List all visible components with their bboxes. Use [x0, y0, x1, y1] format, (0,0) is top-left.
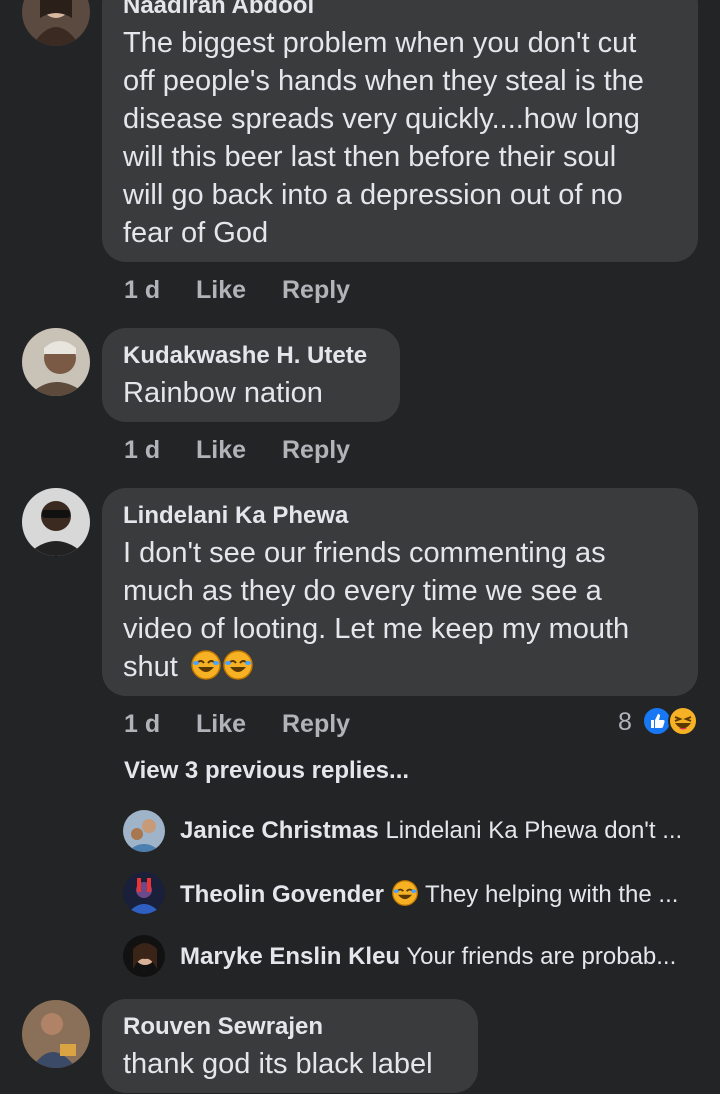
comment-author[interactable]: Kudakwashe H. Utete	[123, 342, 367, 370]
comment-text: thank god its black label	[123, 1048, 433, 1080]
reply-text: Lindelani Ka Phewa don't ...	[385, 817, 683, 844]
comment-bubble: Lindelani Ka Phewa I don't see our frien…	[102, 488, 698, 696]
reply-button[interactable]: Reply	[282, 436, 350, 465]
avatar-maryke[interactable]	[123, 935, 165, 977]
reaction-summary[interactable]: 8	[618, 706, 702, 738]
text-line: The biggest problem when you don't cut	[123, 27, 637, 59]
text-line: fear of God	[123, 217, 269, 249]
comment-actions: 1 d Like Reply	[124, 436, 524, 466]
reply-author[interactable]: Janice Christmas	[180, 817, 379, 844]
timestamp[interactable]: 1 d	[124, 436, 160, 465]
comment-bubble: Kudakwashe H. Utete Rainbow nation	[102, 328, 400, 422]
haha-reaction-icon	[668, 706, 698, 736]
rofl-emoji-icon	[190, 649, 222, 681]
comment-author[interactable]: Rouven Sewrajen	[123, 1013, 323, 1041]
text-line: much as they do every time we see a	[123, 575, 602, 607]
comment-bubble: Rouven Sewrajen thank god its black labe…	[102, 999, 478, 1093]
comment-text: Rainbow nation	[123, 377, 323, 409]
comment-actions: 1 d Like Reply	[124, 710, 524, 740]
comment-author[interactable]: Lindelani Ka Phewa	[123, 502, 348, 530]
timestamp[interactable]: 1 d	[124, 276, 160, 305]
text-line: shut	[123, 648, 693, 686]
comment-bubble: Naadiran Abdool The biggest problem when…	[102, 0, 698, 262]
avatar-kudakwashe[interactable]	[22, 328, 90, 396]
comment-text: The biggest problem when you don't cut o…	[123, 24, 693, 252]
avatar-naadiran[interactable]	[22, 0, 90, 46]
reaction-count: 8	[618, 708, 632, 736]
avatar-theolin[interactable]	[123, 872, 165, 914]
avatar-janice[interactable]	[123, 810, 165, 852]
text-line: will go back into a depression out of no	[123, 179, 623, 211]
reply-row[interactable]: Theolin Govender They helping with the .…	[180, 879, 700, 909]
reply-author[interactable]: Maryke Enslin Kleu	[180, 943, 400, 970]
reply-text: Your friends are probab...	[406, 943, 677, 970]
rofl-emoji-icon	[391, 879, 419, 907]
rofl-emoji-icon	[222, 649, 254, 681]
reply-author[interactable]: Theolin Govender	[180, 881, 384, 908]
text-line: disease spreads very quickly....how long	[123, 103, 640, 135]
text-line: off people's hands when they steal is th…	[123, 65, 644, 97]
reply-button[interactable]: Reply	[282, 710, 350, 739]
like-button[interactable]: Like	[196, 436, 246, 465]
avatar-lindelani[interactable]	[22, 488, 90, 556]
timestamp[interactable]: 1 d	[124, 710, 160, 739]
reply-text: They helping with the ...	[424, 881, 679, 908]
reply-row[interactable]: Janice Christmas Lindelani Ka Phewa don'…	[180, 817, 700, 845]
comment-actions: 1 d Like Reply	[124, 276, 524, 306]
reply-row[interactable]: Maryke Enslin Kleu Your friends are prob…	[180, 943, 700, 971]
text-line-text: shut	[123, 651, 178, 683]
text-line: I don't see our friends commenting as	[123, 537, 606, 569]
comment-text: I don't see our friends commenting as mu…	[123, 534, 693, 686]
reply-button[interactable]: Reply	[282, 276, 350, 305]
like-button[interactable]: Like	[196, 276, 246, 305]
text-line: video of looting. Let me keep my mouth	[123, 613, 630, 645]
avatar-rouven[interactable]	[22, 1000, 90, 1068]
comment-author[interactable]: Naadiran Abdool	[123, 0, 314, 20]
text-line: will this beer last then before their so…	[123, 141, 617, 173]
view-previous-replies-link[interactable]: View 3 previous replies...	[124, 757, 409, 785]
like-button[interactable]: Like	[196, 710, 246, 739]
